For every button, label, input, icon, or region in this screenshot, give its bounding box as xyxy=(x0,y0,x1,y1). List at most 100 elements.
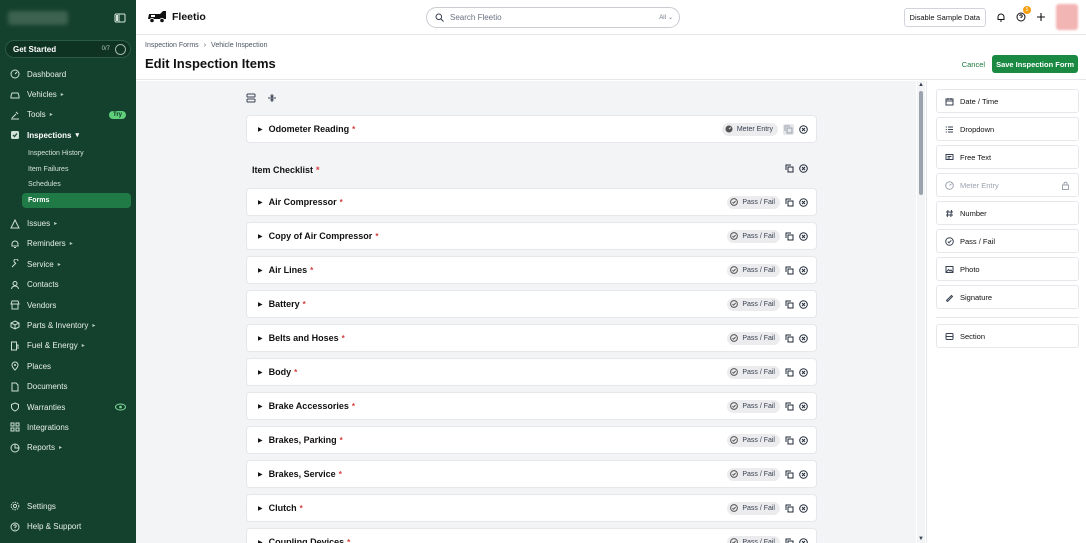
palette-pass-fail[interactable]: Pass / Fail xyxy=(936,229,1079,253)
sidebar-item-reminders[interactable]: Reminders ▸ xyxy=(0,234,136,254)
expand-all-icon[interactable] xyxy=(246,93,256,103)
account-logo[interactable] xyxy=(8,11,68,25)
disable-sample-data-button[interactable]: Disable Sample Data xyxy=(903,7,986,27)
duplicate-icon[interactable] xyxy=(785,470,794,479)
duplicate-icon[interactable] xyxy=(785,164,794,173)
sidebar-item-issues[interactable]: Issues ▸ xyxy=(0,213,136,233)
remove-icon[interactable] xyxy=(799,265,808,275)
search-scope-select[interactable]: All ⌄ xyxy=(659,14,673,22)
form-item-card[interactable]: ▶ Air Compressor * Pass / Fail xyxy=(246,188,817,216)
scroll-down-icon[interactable]: ▼ xyxy=(918,536,924,542)
expand-caret-icon[interactable]: ▶ xyxy=(258,471,263,478)
sidebar-subitem-schedules[interactable]: Schedules xyxy=(0,177,131,193)
expand-caret-icon[interactable]: ▶ xyxy=(258,369,263,376)
form-item-card[interactable]: ▶ Body * Pass / Fail xyxy=(246,358,817,386)
expand-caret-icon[interactable]: ▶ xyxy=(258,437,263,444)
remove-icon[interactable] xyxy=(799,503,808,513)
duplicate-icon[interactable] xyxy=(785,436,794,445)
brand-logo[interactable]: Fleetio xyxy=(146,10,206,24)
form-item-card[interactable]: ▶ Battery * Pass / Fail xyxy=(246,290,817,318)
scroll-up-icon[interactable]: ▲ xyxy=(918,82,924,88)
cancel-button[interactable]: Cancel xyxy=(962,60,985,69)
breadcrumb-vehicle-inspection[interactable]: Vehicle Inspection xyxy=(211,42,267,49)
sidebar-item-service[interactable]: Service ▸ xyxy=(0,254,136,274)
duplicate-icon[interactable] xyxy=(785,266,794,275)
sidebar-subitem-forms[interactable]: Forms xyxy=(22,192,131,209)
remove-icon[interactable] xyxy=(799,469,808,479)
remove-icon[interactable] xyxy=(799,299,808,309)
duplicate-icon[interactable] xyxy=(785,368,794,377)
palette-dropdown[interactable]: Dropdown xyxy=(936,117,1079,141)
palette-section[interactable]: Section xyxy=(936,324,1079,348)
remove-icon[interactable] xyxy=(799,164,808,173)
expand-caret-icon[interactable]: ▶ xyxy=(258,335,263,342)
form-item-card[interactable]: ▶ Belts and Hoses * Pass / Fail xyxy=(246,324,817,352)
notifications-bell-icon[interactable] xyxy=(996,12,1006,22)
form-item-card[interactable]: ▶ Clutch * Pass / Fail xyxy=(246,494,817,522)
section-header-item-checklist[interactable]: Item Checklist * xyxy=(252,165,320,175)
sidebar-item-vehicles[interactable]: Vehicles ▸ xyxy=(0,84,136,104)
remove-icon[interactable] xyxy=(799,231,808,241)
get-started-button[interactable]: Get Started 0/7 xyxy=(5,40,131,58)
duplicate-icon[interactable] xyxy=(785,232,794,241)
sidebar-subitem-inspection-history[interactable]: Inspection History xyxy=(0,146,131,162)
expand-caret-icon[interactable]: ▶ xyxy=(258,199,263,206)
sidebar-item-settings[interactable]: Settings xyxy=(0,496,136,516)
sidebar-item-warranties[interactable]: Warranties xyxy=(0,397,136,417)
expand-caret-icon[interactable]: ▶ xyxy=(258,539,263,543)
sidebar-item-contacts[interactable]: Contacts xyxy=(0,274,136,294)
duplicate-icon[interactable] xyxy=(785,538,794,543)
sidebar-item-reports[interactable]: Reports ▸ xyxy=(0,438,136,458)
add-icon[interactable] xyxy=(1036,12,1046,22)
breadcrumb-inspection-forms[interactable]: Inspection Forms xyxy=(145,42,199,49)
collapse-all-icon[interactable] xyxy=(267,93,277,103)
remove-icon[interactable] xyxy=(799,124,808,134)
help-icon[interactable]: 5 xyxy=(1016,6,1031,22)
sidebar-item-integrations[interactable]: Integrations xyxy=(0,417,136,437)
palette-photo[interactable]: Photo xyxy=(936,257,1079,281)
sidebar-item-vendors[interactable]: Vendors xyxy=(0,295,136,315)
sidebar-item-parts-inventory[interactable]: Parts & Inventory ▸ xyxy=(0,315,136,335)
duplicate-icon[interactable] xyxy=(785,402,794,411)
palette-date-time[interactable]: Date / Time xyxy=(936,89,1079,113)
remove-icon[interactable] xyxy=(799,401,808,411)
canvas-scrollbar[interactable]: ▲ ▼ xyxy=(917,81,925,543)
sidebar-item-fuel-energy[interactable]: Fuel & Energy ▸ xyxy=(0,336,136,356)
sidebar-item-tools[interactable]: Tools ▸ Try xyxy=(0,105,136,125)
scrollbar-thumb[interactable] xyxy=(919,91,923,195)
expand-caret-icon[interactable]: ▶ xyxy=(258,267,263,274)
form-item-card[interactable]: ▶ Brakes, Service * Pass / Fail xyxy=(246,460,817,488)
duplicate-icon[interactable] xyxy=(785,198,794,207)
sidebar-item-places[interactable]: Places xyxy=(0,356,136,376)
expand-caret-icon[interactable]: ▶ xyxy=(258,233,263,240)
form-item-card[interactable]: ▶ Coupling Devices * Pass / Fail xyxy=(246,528,817,543)
form-item-card[interactable]: ▶ Brakes, Parking * Pass / Fail xyxy=(246,426,817,454)
remove-icon[interactable] xyxy=(799,537,808,543)
duplicate-icon[interactable] xyxy=(785,334,794,343)
search-bar[interactable]: All ⌄ xyxy=(426,7,680,28)
palette-signature[interactable]: Signature xyxy=(936,285,1079,309)
form-item-card[interactable]: ▶ Air Lines * Pass / Fail xyxy=(246,256,817,284)
expand-caret-icon[interactable]: ▶ xyxy=(258,301,263,308)
sidebar-item-inspections[interactable]: Inspections ▾ xyxy=(0,125,136,145)
form-item-card[interactable]: ▶ Copy of Air Compressor * Pass / Fail xyxy=(246,222,817,250)
remove-icon[interactable] xyxy=(799,367,808,377)
palette-free-text[interactable]: Free Text xyxy=(936,145,1079,169)
duplicate-icon[interactable] xyxy=(785,504,794,513)
sidebar-item-dashboard[interactable]: Dashboard xyxy=(0,64,136,84)
expand-caret-icon[interactable]: ▶ xyxy=(258,126,263,133)
sidebar-item-documents[interactable]: Documents xyxy=(0,376,136,396)
expand-caret-icon[interactable]: ▶ xyxy=(258,505,263,512)
remove-icon[interactable] xyxy=(799,197,808,207)
sidebar-item-help-support[interactable]: Help & Support xyxy=(0,517,136,537)
sidebar-toggle-icon[interactable] xyxy=(114,12,126,24)
form-item-odometer-reading[interactable]: ▶ Odometer Reading * Meter Entry xyxy=(246,115,817,143)
duplicate-icon[interactable] xyxy=(785,300,794,309)
search-input[interactable] xyxy=(450,13,654,22)
remove-icon[interactable] xyxy=(799,435,808,445)
sidebar-subitem-item-failures[interactable]: Item Failures xyxy=(0,161,131,177)
user-avatar[interactable] xyxy=(1056,4,1078,30)
save-inspection-form-button[interactable]: Save Inspection Form xyxy=(992,55,1078,73)
expand-caret-icon[interactable]: ▶ xyxy=(258,403,263,410)
remove-icon[interactable] xyxy=(799,333,808,343)
